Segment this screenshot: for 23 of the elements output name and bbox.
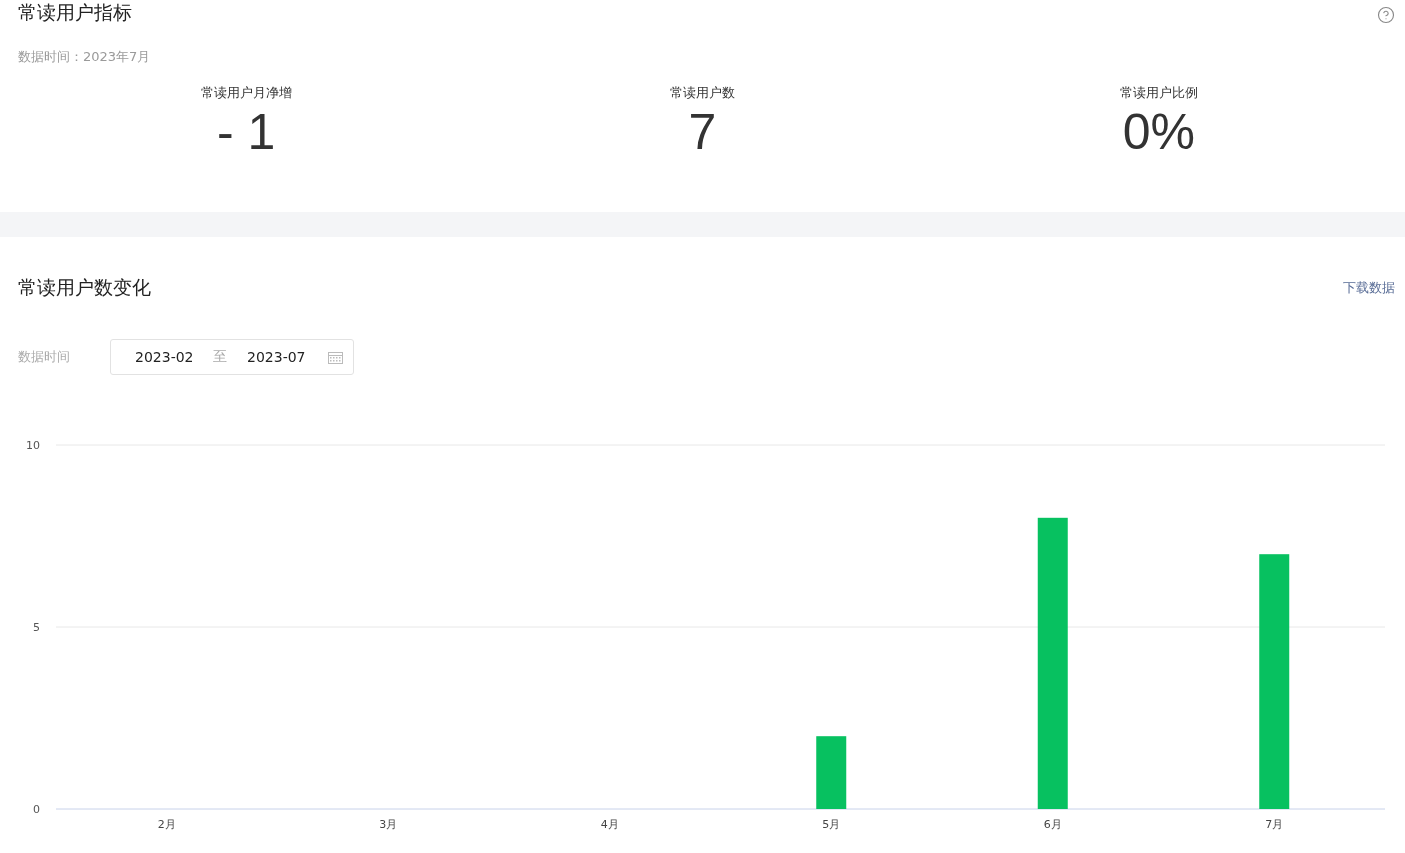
x-tick-label: 2月 <box>157 818 176 831</box>
download-link[interactable]: 下载数据 <box>1343 279 1395 297</box>
metric-value: - 1 <box>217 103 276 162</box>
metric-label: 常读用户比例 <box>1119 84 1198 102</box>
x-tick-label: 6月 <box>1043 818 1062 831</box>
metric-value: 7 <box>688 103 717 162</box>
x-tick-label: 7月 <box>1265 818 1284 831</box>
y-tick-label: 10 <box>26 439 40 452</box>
x-tick-label: 5月 <box>822 818 841 831</box>
help-icon[interactable] <box>1377 6 1395 24</box>
metric-label: 常读用户数 <box>670 84 735 102</box>
section-title: 常读用户指标 <box>18 0 132 25</box>
metric-value: 0% <box>1122 103 1195 162</box>
y-tick-label: 5 <box>33 621 40 634</box>
calendar-icon <box>328 350 343 364</box>
filter-label: 数据时间 <box>18 348 70 366</box>
section-title: 常读用户数变化 <box>18 275 151 300</box>
date-range-picker[interactable]: 2023-02 至 2023-07 <box>110 339 354 375</box>
data-time-text: 数据时间：2023年7月 <box>18 48 152 66</box>
x-tick-label: 3月 <box>379 818 398 831</box>
x-tick-label: 4月 <box>600 818 619 831</box>
metric-label: 常读用户月净增 <box>200 84 292 102</box>
y-tick-label: 0 <box>33 803 40 816</box>
